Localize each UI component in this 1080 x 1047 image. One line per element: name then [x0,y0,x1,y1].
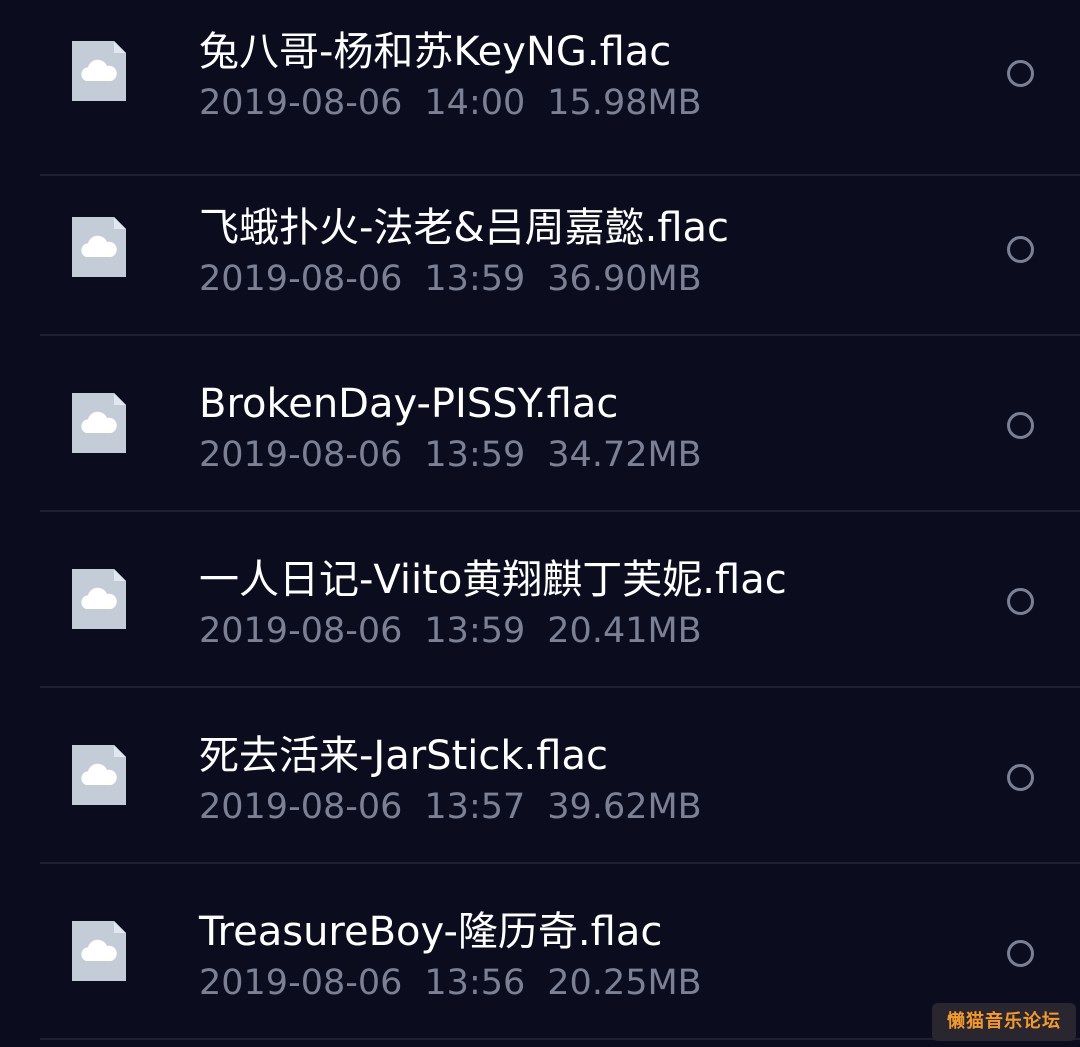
cloud-file-icon [72,217,126,277]
file-name: 兔八哥-杨和苏KeyNG.flac [199,29,672,75]
file-meta: 2019-08-06 13:59 20.41MB [199,608,724,654]
file-meta: 2019-08-06 13:59 36.90MB [199,256,724,302]
select-radio[interactable] [1007,412,1034,439]
file-meta: 2019-08-06 13:59 34.72MB [199,432,724,478]
file-time: 13:59 [424,259,526,299]
file-size: 39.62MB [547,787,702,827]
select-radio[interactable] [1007,60,1034,87]
file-date: 2019-08-06 [199,787,403,827]
file-row[interactable]: BrokenDay-PISSY.flac 2019-08-06 13:59 34.7… [0,336,1080,512]
file-meta: 2019-08-06 13:56 20.25MB [199,960,724,1006]
row-divider [40,1038,1080,1040]
cloud-file-icon [72,569,126,629]
file-name: 死去活来-JarStick.flac [199,733,608,779]
file-date: 2019-08-06 [199,259,403,299]
file-name: 飞蛾扑火-法老&吕周嘉懿.flac [199,205,730,251]
file-size: 15.98MB [547,83,702,123]
file-row[interactable]: 飞蛾扑火-法老&吕周嘉懿.flac 2019-08-06 13:59 36.90MB [0,160,1080,336]
file-date: 2019-08-06 [199,83,403,123]
file-time: 13:57 [424,787,526,827]
file-name: TreasureBoy-隆历奇.flac [199,909,663,955]
file-row[interactable]: 兔八哥-杨和苏KeyNG.flac 2019-08-06 14:00 15.98MB [0,0,1080,176]
file-time: 14:00 [424,83,526,123]
file-row[interactable]: 一人日记-Viito黄翔麒丁芙妮.flac 2019-08-06 13:59 20.… [0,512,1080,688]
file-name: 一人日记-Viito黄翔麒丁芙妮.flac [199,557,787,603]
file-time: 13:59 [424,435,526,475]
file-size: 34.72MB [547,435,702,475]
file-size: 36.90MB [547,259,702,299]
select-radio[interactable] [1007,764,1034,791]
cloud-file-icon [72,41,126,101]
file-meta: 2019-08-06 14:00 15.98MB [199,80,724,126]
cloud-file-icon [72,745,126,805]
file-time: 13:59 [424,611,526,651]
cloud-file-icon [72,921,126,981]
file-date: 2019-08-06 [199,963,403,1003]
select-radio[interactable] [1007,940,1034,967]
file-row[interactable]: TreasureBoy-隆历奇.flac 2019-08-06 13:56 20.2… [0,864,1080,1040]
select-radio[interactable] [1007,236,1034,263]
file-row[interactable]: 死去活来-JarStick.flac 2019-08-06 13:57 39.62M… [0,688,1080,864]
file-date: 2019-08-06 [199,435,403,475]
file-name: BrokenDay-PISSY.flac [199,381,619,427]
file-size: 20.41MB [547,611,702,651]
file-date: 2019-08-06 [199,611,403,651]
select-radio[interactable] [1007,588,1034,615]
file-size: 20.25MB [547,963,702,1003]
file-time: 13:56 [424,963,526,1003]
cloud-file-icon [72,393,126,453]
forum-watermark: 懒猫音乐论坛 [932,1003,1076,1041]
file-meta: 2019-08-06 13:57 39.62MB [199,784,724,830]
file-list: 兔八哥-杨和苏KeyNG.flac 2019-08-06 14:00 15.98MB… [0,0,1080,1047]
